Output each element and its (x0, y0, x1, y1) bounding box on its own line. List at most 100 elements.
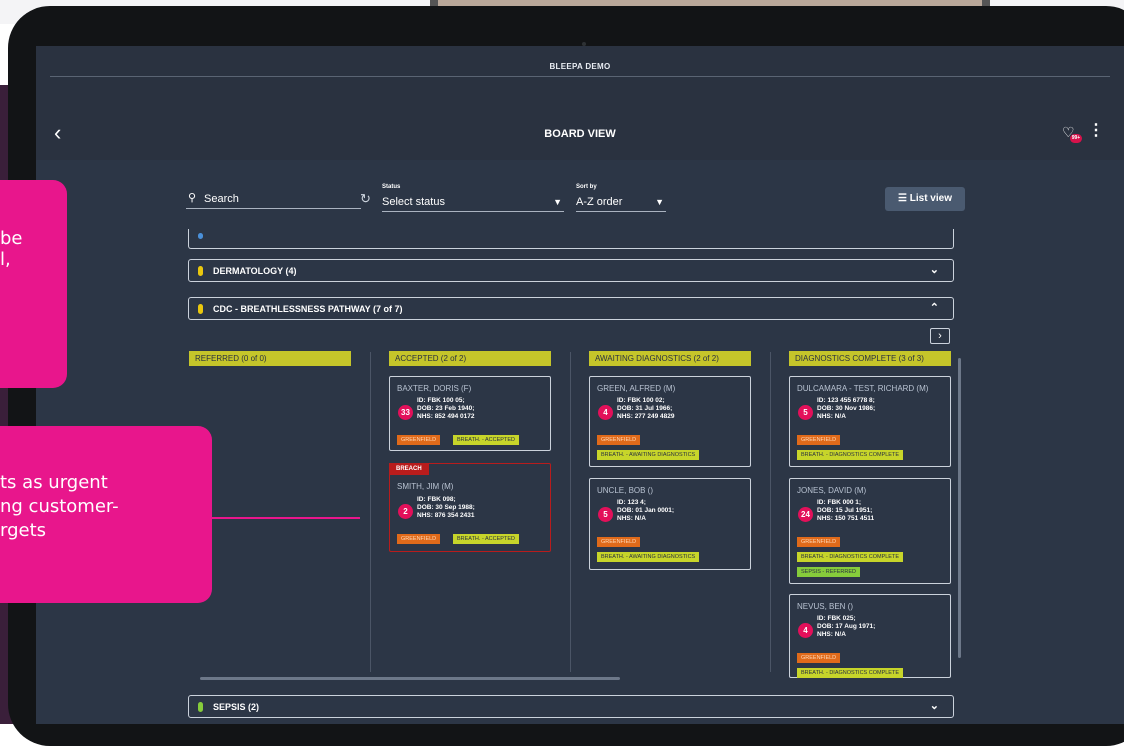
group-cdc[interactable]: CDC - BREATHLESSNESS PATHWAY (7 of 7) ⌃ (188, 297, 954, 320)
sort-caption: Sort by (576, 184, 597, 190)
group-sepsis[interactable]: SEPSIS (2) ⌄ (188, 695, 954, 718)
horizontal-scrollbar[interactable] (200, 677, 620, 680)
patient-name: UNCLE, BOB () (597, 486, 654, 495)
tag-location: GREENFIELD (597, 435, 641, 445)
group-dermatology[interactable]: DERMATOLOGY (4) ⌄ (188, 259, 954, 282)
column-header-complete: DIAGNOSTICS COMPLETE (3 of 3) (789, 351, 951, 366)
search-label: Search (204, 193, 239, 205)
patient-id: ID: FBK 098; (417, 496, 456, 503)
patient-name: DULCAMARA - TEST, RICHARD (M) (797, 384, 929, 393)
patient-dob: DOB: 31 Jul 1966; (617, 405, 673, 412)
patient-name: NEVUS, BEN () (797, 602, 854, 611)
column-header-accepted: ACCEPTED (2 of 2) (389, 351, 551, 366)
patient-nhs: NHS: N/A (817, 631, 846, 638)
tag-location: GREENFIELD (597, 537, 641, 547)
search-input[interactable]: ⚲ Search (186, 191, 361, 209)
list-view-button[interactable]: ☰ List view (885, 187, 965, 211)
column-divider (570, 352, 571, 672)
patient-card[interactable]: BREACH SMITH, JIM (M) 2 ID: FBK 098; DOB:… (389, 463, 551, 552)
callout-bottom-line2: ng customer- (0, 496, 119, 517)
patient-nhs: NHS: 852 494 0172 (417, 413, 475, 420)
patient-card[interactable]: DULCAMARA - TEST, RICHARD (M) 5 ID: 123 … (789, 376, 951, 467)
patient-id: ID: FBK 100 05; (417, 397, 465, 404)
patient-dob: DOB: 30 Nov 1986; (817, 405, 876, 412)
patient-name: BAXTER, DORIS (F) (397, 384, 472, 393)
callout-bottom: ts as urgent ng customer- rgets (0, 426, 212, 603)
group-label: CDC - BREATHLESSNESS PATHWAY (7 of 7) (213, 304, 403, 314)
vertical-scrollbar[interactable] (958, 358, 961, 658)
column-divider (770, 352, 771, 672)
tag-status: BREATH. - DIAGNOSTICS COMPLETE (797, 668, 903, 678)
patient-card[interactable]: GREEN, ALFRED (M) 4 ID: FBK 100 02; DOB: … (589, 376, 751, 467)
patient-dob: DOB: 01 Jan 0001; (617, 507, 675, 514)
patient-card[interactable]: NEVUS, BEN () 4 ID: FBK 025; DOB: 17 Aug … (789, 594, 951, 678)
header-bar: BLEEPA DEMO ‹ BOARD VIEW ♡ 99+ ⋮ (36, 46, 1124, 160)
scroll-right-button[interactable]: › (930, 328, 950, 344)
group-clipped[interactable] (188, 229, 954, 249)
group-label: SEPSIS (2) (213, 702, 260, 712)
tag-location: GREENFIELD (797, 653, 841, 663)
sort-value: A-Z order (576, 196, 623, 208)
tag-status: BREATH. - ACCEPTED (453, 534, 519, 544)
tag-location: GREENFIELD (397, 435, 441, 445)
patient-nhs: NHS: N/A (817, 413, 846, 420)
patient-id: ID: 123 4; (617, 499, 646, 506)
tag-status-secondary: SEPSIS - REFERRED (797, 567, 861, 577)
patient-nhs: NHS: N/A (617, 515, 646, 522)
notification-bell-icon[interactable]: ♡ 99+ (1062, 124, 1082, 143)
count-badge: 33 (398, 405, 413, 420)
list-view-label: List view (909, 193, 952, 204)
more-menu-icon[interactable]: ⋮ (1088, 123, 1104, 139)
filter-bar: ⚲ Search ↻ Status Select status ▼ Sort b… (186, 177, 966, 217)
group-status-dot (198, 233, 203, 239)
column-header-awaiting: AWAITING DIAGNOSTICS (2 of 2) (589, 351, 751, 366)
chevron-up-icon: ⌃ (929, 302, 939, 314)
breach-badge: BREACH (389, 463, 429, 475)
list-icon: ☰ (898, 193, 910, 204)
patient-dob: DOB: 15 Jul 1951; (817, 507, 873, 514)
patient-dob: DOB: 17 Aug 1971; (817, 623, 876, 630)
count-badge: 5 (598, 507, 613, 522)
callout-top: be l, (0, 180, 67, 388)
tag-status: BREATH. - DIAGNOSTICS COMPLETE (797, 450, 903, 460)
patient-id: ID: FBK 100 02; (617, 397, 665, 404)
patient-nhs: NHS: 150 751 4511 (817, 515, 875, 522)
patient-card[interactable]: BAXTER, DORIS (F) 33 ID: FBK 100 05; DOB:… (389, 376, 551, 451)
group-status-dot (198, 304, 203, 314)
window-title: BLEEPA DEMO (549, 62, 611, 71)
tag-status: BREATH. - AWAITING DIAGNOSTICS (597, 450, 700, 460)
sort-select[interactable]: Sort by A-Z order ▼ (576, 177, 666, 212)
group-status-dot (198, 266, 203, 276)
patient-card[interactable]: JONES, DAVID (M) 24 ID: FBK 000 1; DOB: 1… (789, 478, 951, 584)
patient-name: SMITH, JIM (M) (397, 482, 454, 491)
status-select[interactable]: Status Select status ▼ (382, 177, 564, 212)
patient-card[interactable]: UNCLE, BOB () 5 ID: 123 4; DOB: 01 Jan 00… (589, 478, 751, 570)
header-divider (50, 76, 1110, 77)
chevron-down-icon: ⌄ (929, 700, 939, 712)
count-badge: 4 (598, 405, 613, 420)
count-badge: 24 (798, 507, 813, 522)
tag-location: GREENFIELD (397, 534, 441, 544)
patient-dob: DOB: 23 Feb 1940; (417, 405, 475, 412)
column-header-referred: REFERRED (0 of 0) (189, 351, 351, 366)
patient-id: ID: FBK 000 1; (817, 499, 862, 506)
callout-top-line1: be (0, 228, 23, 249)
tag-location: GREENFIELD (797, 435, 841, 445)
tag-status: BREATH. - AWAITING DIAGNOSTICS (597, 552, 700, 562)
tag-status: BREATH. - DIAGNOSTICS COMPLETE (797, 552, 903, 562)
patient-name: JONES, DAVID (M) (797, 486, 867, 495)
refresh-icon[interactable]: ↻ (360, 191, 371, 207)
group-label: DERMATOLOGY (4) (213, 266, 297, 276)
patient-nhs: NHS: 876 354 2431 (417, 512, 475, 519)
status-caption: Status (382, 184, 401, 190)
callout-top-line2: l, (0, 249, 11, 270)
patient-id: ID: FBK 025; (817, 615, 856, 622)
callout-bottom-line1: ts as urgent (0, 472, 108, 493)
callout-connector (210, 517, 360, 519)
search-icon: ⚲ (188, 192, 197, 204)
patient-nhs: NHS: 277 249 4829 (617, 413, 675, 420)
count-badge: 2 (398, 504, 413, 519)
patient-id: ID: 123 455 6778 8; (817, 397, 875, 404)
tag-location: GREENFIELD (797, 537, 841, 547)
tag-status: BREATH. - ACCEPTED (453, 435, 519, 445)
